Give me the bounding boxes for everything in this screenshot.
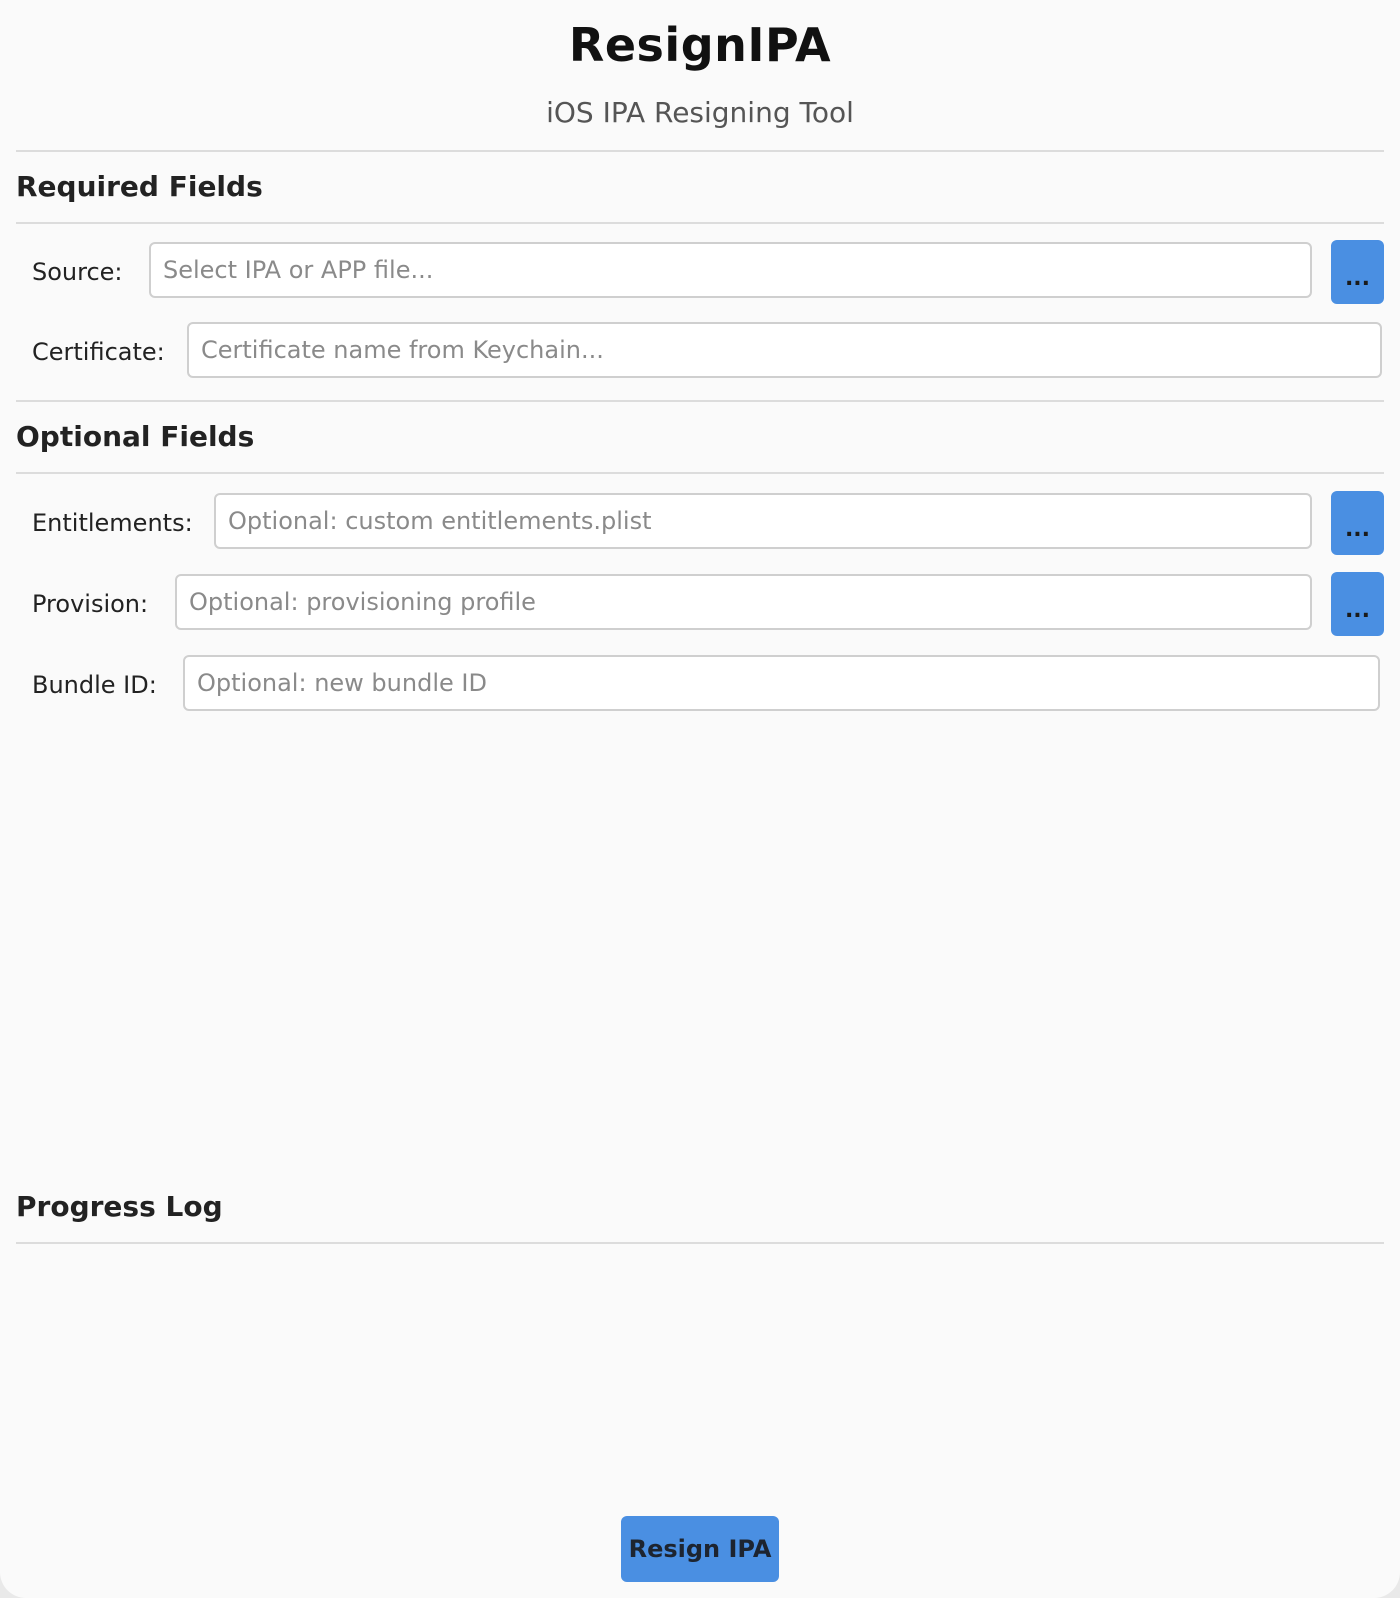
- entitlements-label: Entitlements:: [32, 509, 193, 537]
- required-section-title: Required Fields: [16, 170, 263, 203]
- progress-section-title: Progress Log: [16, 1190, 223, 1223]
- progress-section-divider: [16, 1242, 1384, 1244]
- provision-browse-button[interactable]: ...: [1331, 572, 1384, 636]
- source-input[interactable]: [149, 242, 1312, 298]
- required-bottom-divider: [16, 400, 1384, 402]
- certificate-input[interactable]: [187, 322, 1382, 378]
- optional-section-title: Optional Fields: [16, 420, 255, 453]
- app-title: ResignIPA: [568, 18, 832, 72]
- provision-label: Provision:: [32, 590, 149, 618]
- progress-log[interactable]: [16, 1246, 1384, 1486]
- provision-input[interactable]: [175, 574, 1312, 630]
- bundle-id-input[interactable]: [183, 655, 1380, 711]
- entitlements-input[interactable]: [214, 493, 1312, 549]
- bundle-id-label: Bundle ID:: [32, 671, 157, 699]
- certificate-label: Certificate:: [32, 338, 165, 366]
- source-browse-button[interactable]: ...: [1331, 240, 1384, 304]
- app-subtitle: iOS IPA Resigning Tool: [546, 96, 854, 129]
- header-divider: [16, 150, 1384, 152]
- app-window: ResignIPA iOS IPA Resigning Tool Require…: [0, 0, 1400, 1598]
- entitlements-browse-button[interactable]: ...: [1331, 491, 1384, 555]
- resign-ipa-button[interactable]: Resign IPA: [621, 1516, 779, 1582]
- optional-section-divider: [16, 472, 1384, 474]
- required-section-divider: [16, 222, 1384, 224]
- source-label: Source:: [32, 258, 123, 286]
